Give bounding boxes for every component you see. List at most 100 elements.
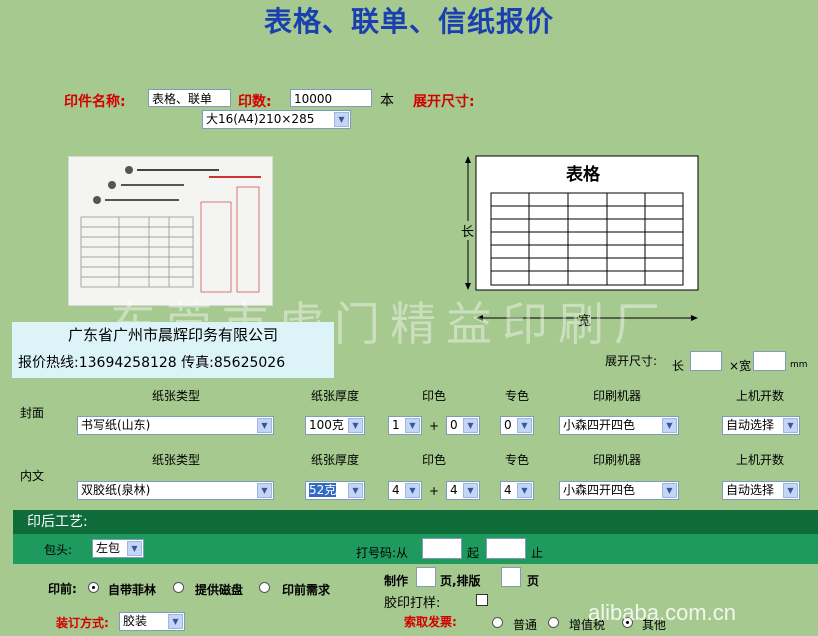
cover-machine-value: 小森四开四色: [563, 418, 636, 432]
cover-header-colors: 印色: [422, 389, 447, 403]
chevron-down-icon: ▼: [405, 418, 420, 433]
invoice-radio-normal[interactable]: [492, 617, 503, 628]
company-hotline: 报价热线:13694258128 传真:85625026: [18, 355, 286, 371]
chevron-down-icon: ▼: [463, 483, 478, 498]
prepress-opt-need: 印前需求: [282, 583, 331, 597]
chevron-down-icon: ▼: [405, 483, 420, 498]
chevron-down-icon: ▼: [517, 483, 532, 498]
invoice-opt-normal: 普通: [513, 618, 538, 632]
sample-form-image: [68, 156, 273, 306]
print-name-input[interactable]: 表格、联单: [148, 89, 231, 107]
chevron-down-icon: ▼: [783, 418, 798, 433]
inner-header-colors: 印色: [422, 453, 447, 467]
layout-pages-input[interactable]: [501, 567, 521, 587]
cover-color1-select[interactable]: 1 ▼: [388, 416, 422, 435]
inner-header-sheets: 上机开数: [736, 453, 785, 467]
wrap-select[interactable]: 左包 ▼: [92, 539, 144, 558]
cover-paper-value: 书写纸(山东): [81, 418, 151, 432]
make-unit: 页,排版: [440, 574, 481, 588]
wrap-label: 包头:: [44, 543, 73, 557]
chevron-down-icon: ▼: [662, 483, 677, 498]
inner-thickness-value: 52克: [309, 483, 337, 497]
cover-paper-select[interactable]: 书写纸(山东) ▼: [77, 416, 274, 435]
cover-header-machine: 印刷机器: [593, 389, 642, 403]
chevron-down-icon: ▼: [127, 541, 142, 556]
quantity-label: 印数:: [238, 94, 272, 110]
prepress-radio-film[interactable]: [88, 582, 99, 593]
cover-header-thickness: 纸张厚度: [311, 389, 360, 403]
cover-plus: +: [429, 419, 440, 433]
invoice-radio-vat[interactable]: [548, 617, 559, 628]
number-to-label: 止: [531, 546, 544, 560]
alibaba-watermark: alibaba.com.cn: [588, 600, 736, 625]
chevron-down-icon: ▼: [783, 483, 798, 498]
cover-label: 封面: [20, 406, 45, 420]
inner-color2-select[interactable]: 4 ▼: [446, 481, 480, 500]
proof-checkbox[interactable]: [476, 594, 488, 606]
make-label: 制作: [384, 574, 409, 588]
proof-label: 胶印打样:: [384, 596, 441, 611]
cover-spot-value: 0: [504, 418, 512, 432]
diagram-heading: 表格: [566, 165, 600, 185]
inner-header-thickness: 纸张厚度: [311, 453, 360, 467]
chevron-down-icon: ▼: [517, 418, 532, 433]
quantity-unit: 本: [380, 93, 394, 109]
inner-sheets-select[interactable]: 自动选择 ▼: [722, 481, 800, 500]
prepress-opt-disk: 提供磁盘: [195, 583, 244, 597]
custom-width-label: ×宽: [729, 359, 752, 373]
page-title: 表格、联单、信纸报价: [263, 5, 554, 38]
quantity-input[interactable]: 10000: [290, 89, 372, 107]
cover-sheets-select[interactable]: 自动选择 ▼: [722, 416, 800, 435]
size-select[interactable]: 大16(A4)210×285 ▼: [202, 110, 351, 129]
inner-spot-select[interactable]: 4 ▼: [500, 481, 534, 500]
inner-header-machine: 印刷机器: [593, 453, 642, 467]
chevron-down-icon: ▼: [348, 418, 363, 433]
chevron-down-icon: ▼: [168, 614, 183, 629]
inner-color1-value: 4: [392, 483, 400, 497]
inner-machine-value: 小森四开四色: [563, 483, 636, 497]
custom-length-label: 长: [672, 359, 685, 373]
wrap-value: 左包: [96, 541, 121, 555]
prepress-radio-disk[interactable]: [173, 582, 184, 593]
custom-width-input[interactable]: [753, 351, 786, 371]
print-name-label: 印件名称:: [64, 94, 126, 110]
company-name: 广东省广州市晨辉印务有限公司: [67, 326, 278, 344]
inner-thickness-select[interactable]: 52克 ▼: [305, 481, 365, 500]
cover-spot-select[interactable]: 0 ▼: [500, 416, 534, 435]
cover-header-spot: 专色: [505, 389, 530, 403]
inner-label: 内文: [20, 469, 45, 483]
make-pages-input[interactable]: [416, 567, 436, 587]
binding-value: 胶装: [123, 614, 148, 628]
inner-machine-select[interactable]: 小森四开四色 ▼: [559, 481, 679, 500]
inner-spot-value: 4: [504, 483, 512, 497]
company-info-box: 广东省广州市晨辉印务有限公司 报价热线:13694258128 传真:85625…: [12, 322, 334, 378]
chevron-down-icon: ▼: [463, 418, 478, 433]
size-label: 展开尺寸:: [413, 94, 475, 110]
cover-thickness-select[interactable]: 100克 ▼: [305, 416, 365, 435]
binding-select[interactable]: 胶装 ▼: [119, 612, 185, 631]
inner-paper-select[interactable]: 双胶纸(泉林) ▼: [77, 481, 274, 500]
cover-header-sheets: 上机开数: [736, 389, 785, 403]
chevron-down-icon: ▼: [348, 483, 363, 498]
number-from-input[interactable]: [422, 538, 462, 559]
cover-machine-select[interactable]: 小森四开四色 ▼: [559, 416, 679, 435]
prepress-opt-film: 自带菲林: [108, 583, 157, 597]
chevron-down-icon: ▼: [257, 483, 272, 498]
chevron-down-icon: ▼: [334, 112, 349, 127]
cover-thickness-value: 100克: [309, 418, 344, 432]
cover-color2-value: 0: [450, 418, 458, 432]
cover-color2-select[interactable]: 0 ▼: [446, 416, 480, 435]
number-from-label: 起: [467, 546, 480, 560]
inner-color2-value: 4: [450, 483, 458, 497]
custom-length-input[interactable]: [690, 351, 722, 371]
invoice-label: 索取发票:: [404, 615, 457, 629]
prepress-radio-need[interactable]: [259, 582, 270, 593]
custom-size-label: 展开尺寸:: [605, 354, 658, 368]
binding-label: 装订方式:: [56, 616, 109, 630]
inner-paper-value: 双胶纸(泉林): [81, 483, 151, 497]
cover-color1-value: 1: [392, 418, 400, 432]
sample-form-graphic: [80, 166, 261, 293]
number-to-input[interactable]: [486, 538, 526, 559]
post-press-title: 印后工艺:: [27, 514, 88, 530]
inner-color1-select[interactable]: 4 ▼: [388, 481, 422, 500]
